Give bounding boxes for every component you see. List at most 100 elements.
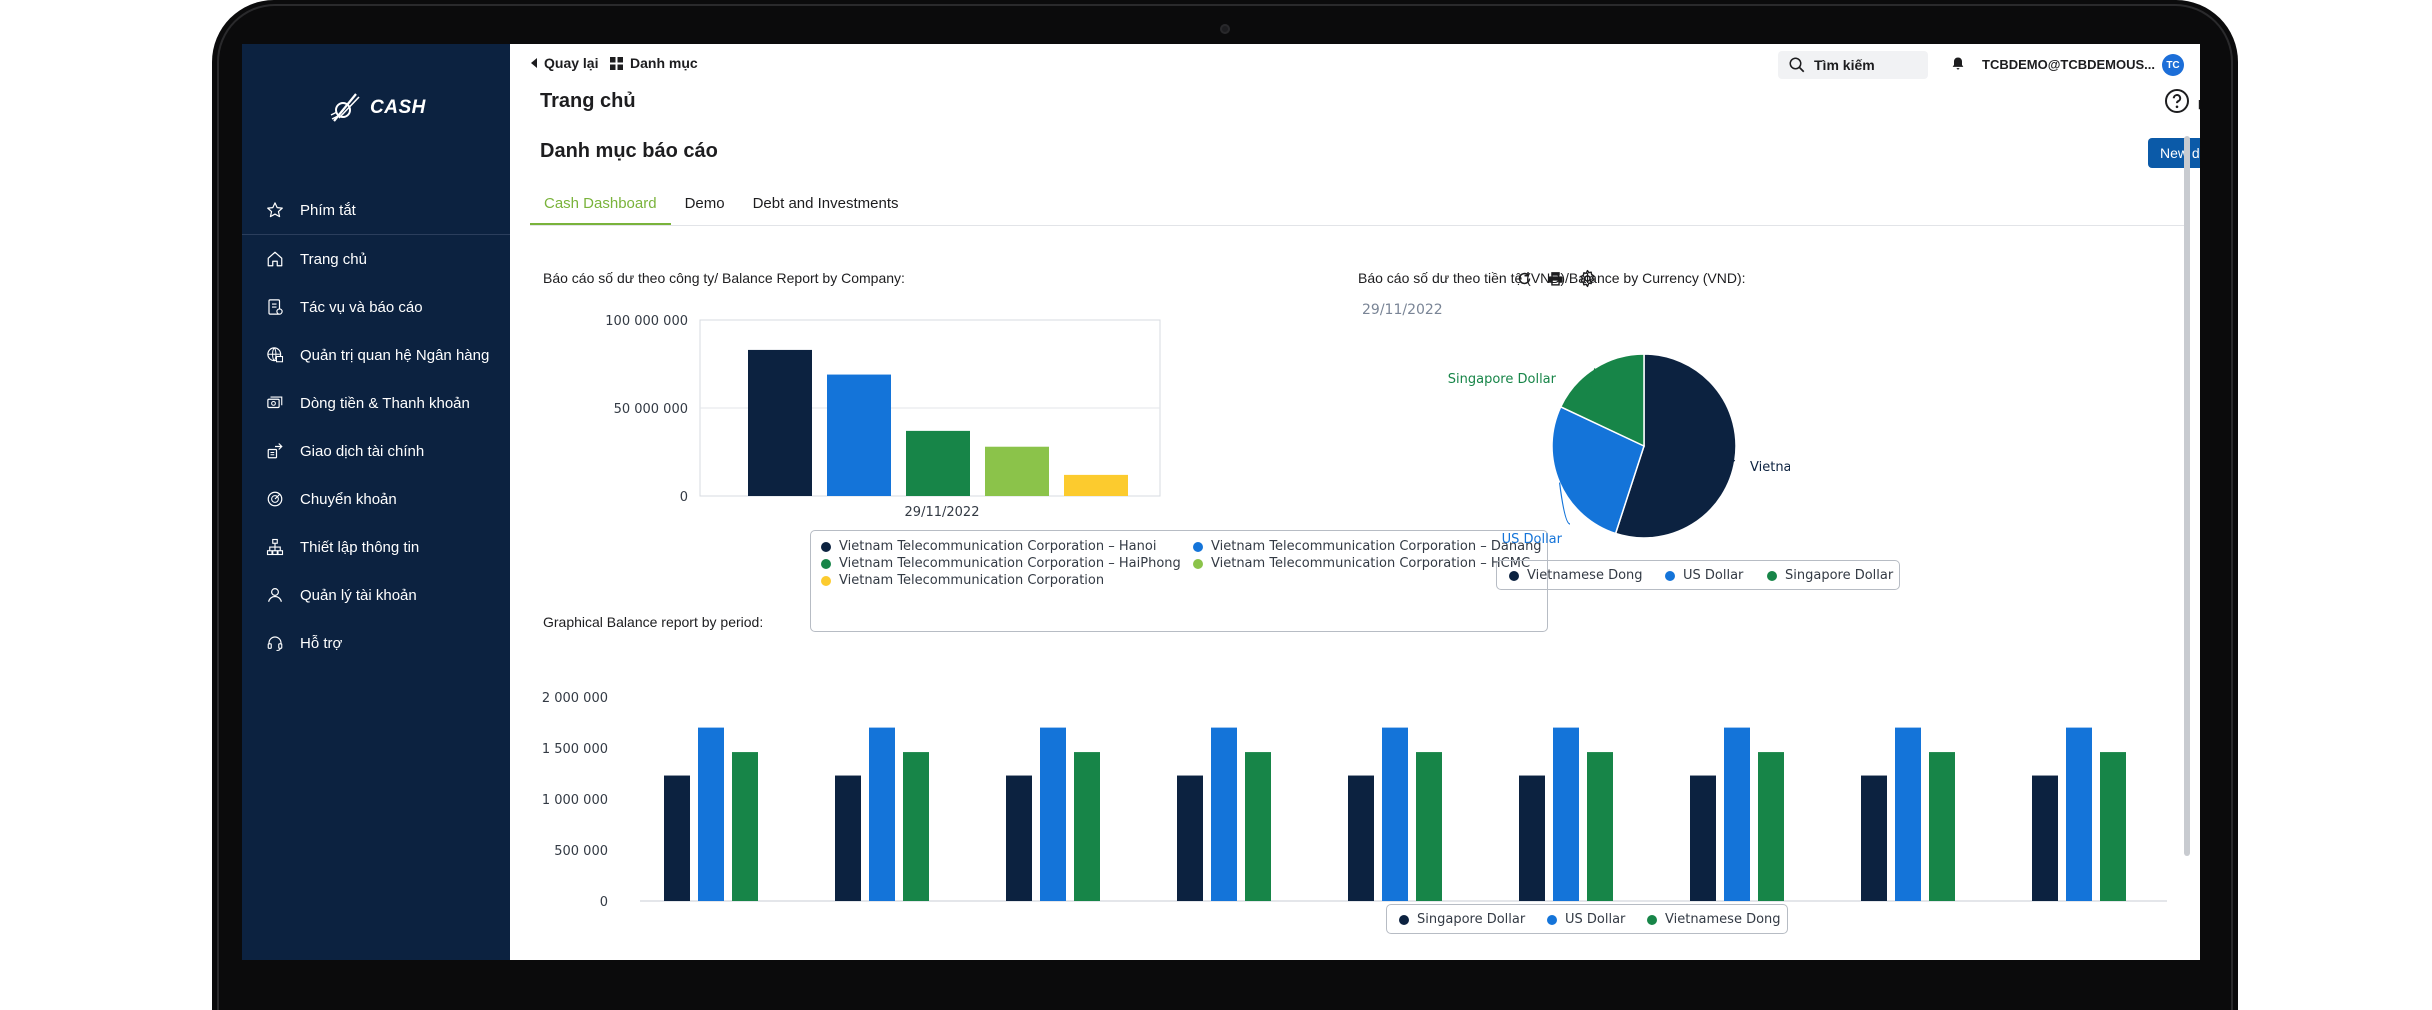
bar (1348, 775, 1374, 901)
sidebar-nav: Phím tắt Trang chủ Tác vụ và báo cáo Quả… (242, 186, 510, 667)
bar (827, 374, 891, 496)
legend-label: Vietnamese Dong (1665, 912, 1781, 927)
grid-icon (610, 56, 623, 70)
sidebar-item-financial-transactions[interactable]: Giao dịch tài chính (242, 427, 510, 475)
headset-icon (267, 636, 283, 652)
legend-label: Singapore Dollar (1417, 912, 1526, 927)
y-tick-label: 1 000 000 (542, 793, 608, 808)
legend-swatch (1767, 570, 1777, 581)
catalog-button[interactable]: Danh mục (610, 55, 698, 71)
bar (1895, 727, 1921, 901)
tab-demo[interactable]: Demo (671, 184, 739, 226)
tab-debt-investments[interactable]: Debt and Investments (739, 184, 913, 226)
company-balance-title: Báo cáo số dư theo công ty/ Balance Repo… (543, 270, 905, 286)
bar (906, 430, 970, 496)
transaction-icon (267, 443, 283, 459)
sidebar-item-account-management[interactable]: Quản lý tài khoản (242, 571, 510, 619)
search-input[interactable]: Tìm kiếm (1778, 51, 1928, 79)
bar (664, 775, 690, 901)
legend-swatch (1547, 914, 1557, 925)
bar (2066, 727, 2092, 901)
legend-swatch (1647, 914, 1657, 925)
home-icon (267, 251, 283, 267)
legend-item[interactable]: Singapore Dollar (1399, 912, 1525, 927)
expand-icon (2198, 100, 2200, 110)
legend-item[interactable]: Vietnam Telecommunication Corporation (821, 573, 1104, 588)
bar (1211, 727, 1237, 901)
sidebar-item-cashflow[interactable]: Dòng tiền & Thanh khoản (242, 379, 510, 427)
bar (748, 349, 812, 496)
bar (835, 775, 861, 901)
legend-swatch (821, 558, 831, 569)
back-button[interactable]: Quay lại (530, 55, 598, 71)
logo-mark-icon (330, 93, 360, 122)
tab-cash-dashboard[interactable]: Cash Dashboard (530, 184, 671, 226)
dashboard-tabs: Cash Dashboard Demo Debt and Investments (530, 184, 913, 226)
user-icon (268, 588, 282, 602)
catalog-label: Danh mục (630, 55, 698, 71)
bar (1245, 752, 1271, 901)
legend-item[interactable]: Singapore Dollar (1767, 568, 1893, 583)
star-icon (267, 202, 283, 218)
sidebar-item-home[interactable]: Trang chủ (242, 235, 510, 283)
bar (698, 727, 724, 901)
pie-slice-label: US Dollar (1502, 532, 1563, 547)
avatar[interactable]: TC (2162, 54, 2184, 76)
bar (1861, 775, 1887, 901)
currency-chart-legend: Vietnamese Dong US Dollar Singapore Doll… (1496, 560, 1900, 590)
y-tick-label: 50 000 000 (614, 402, 688, 417)
top-bar: Quay lại Danh mục Tìm kiếm TCBDEMO@TCBDE… (510, 44, 2200, 82)
tabs-divider (530, 225, 2190, 226)
bar (1382, 727, 1408, 901)
legend-label: US Dollar (1565, 912, 1626, 927)
page-title: Trang chủ (540, 90, 636, 112)
bar (1690, 775, 1716, 901)
sidebar-item-label: Phím tắt (300, 201, 356, 219)
app-screen: CASH Phím tắt Trang chủ Tác vụ và báo cá… (242, 44, 2200, 960)
transfer-icon (267, 491, 283, 507)
legend-item[interactable]: Vietnam Telecommunication Corporation – … (821, 539, 1156, 554)
sidebar-item-label: Dòng tiền & Thanh khoản (300, 394, 470, 412)
legend-label: Singapore Dollar (1785, 568, 1894, 583)
cash-logo[interactable]: CASH (326, 88, 426, 128)
bar (1416, 752, 1442, 901)
pie-slice-label: Singapore Dollar (1448, 372, 1557, 387)
help-circle-icon (2165, 89, 2189, 113)
legend-item[interactable]: US Dollar (1547, 912, 1625, 927)
legend-label: Vietnam Telecommunication Corporation – … (839, 556, 1181, 571)
legend-label: Vietnamese Dong (1527, 568, 1643, 583)
y-tick-label: 500 000 (554, 844, 608, 859)
legend-swatch (1509, 570, 1519, 581)
bank-globe-icon (267, 347, 284, 363)
sidebar-item-label: Tác vụ và báo cáo (300, 298, 423, 316)
bar (1040, 727, 1066, 901)
sidebar-item-shortcuts[interactable]: Phím tắt (242, 186, 510, 234)
bar (1519, 775, 1545, 901)
legend-label: Vietnam Telecommunication Corporation (839, 573, 1105, 588)
legend-item[interactable]: Vietnamese Dong (1509, 568, 1643, 583)
fullscreen-button[interactable] (2196, 86, 2200, 117)
user-account-name[interactable]: TCBDEMO@TCBDEMOUS... (1982, 57, 2155, 72)
sidebar-item-label: Thiết lập thông tin (300, 538, 420, 556)
legend-item[interactable]: US Dollar (1665, 568, 1743, 583)
period-chart-legend: Singapore Dollar US Dollar Vietnamese Do… (1386, 904, 1788, 934)
help-button[interactable] (2164, 88, 2190, 119)
scrollbar-thumb[interactable] (2184, 136, 2190, 856)
sidebar-item-bank-relations[interactable]: Quản trị quan hệ Ngân hàng (242, 331, 510, 379)
y-tick-label: 2 000 000 (542, 691, 608, 706)
company-balance-chart: 100 000 000 50 000 000 0 29/11/2022 (605, 314, 1161, 520)
y-tick-label: 0 (680, 490, 688, 505)
sidebar-item-transfer[interactable]: Chuyển khoản (242, 475, 510, 523)
sidebar-item-setup[interactable]: Thiết lập thông tin (242, 523, 510, 571)
notifications-button[interactable] (1950, 55, 1966, 77)
search-placeholder: Tìm kiếm (1814, 57, 1875, 73)
new-dashboard-button[interactable]: New dashboard (2148, 138, 2200, 168)
sidebar-item-support[interactable]: Hỗ trợ (242, 619, 510, 667)
legend-item[interactable]: Vietnam Telecommunication Corporation – … (821, 556, 1181, 571)
currency-pie-chart: Vietnamese Dong US Dollar Singapore Dollar (1448, 353, 1790, 547)
legend-item[interactable]: Vietnamese Dong (1647, 912, 1781, 927)
currency-balance-title: Báo cáo số dư theo tiền tệ (VND)/Balance… (1358, 270, 1746, 286)
sidebar-item-reports[interactable]: Tác vụ và báo cáo (242, 283, 510, 331)
legend-swatch (821, 541, 831, 552)
legend-swatch (821, 575, 831, 586)
